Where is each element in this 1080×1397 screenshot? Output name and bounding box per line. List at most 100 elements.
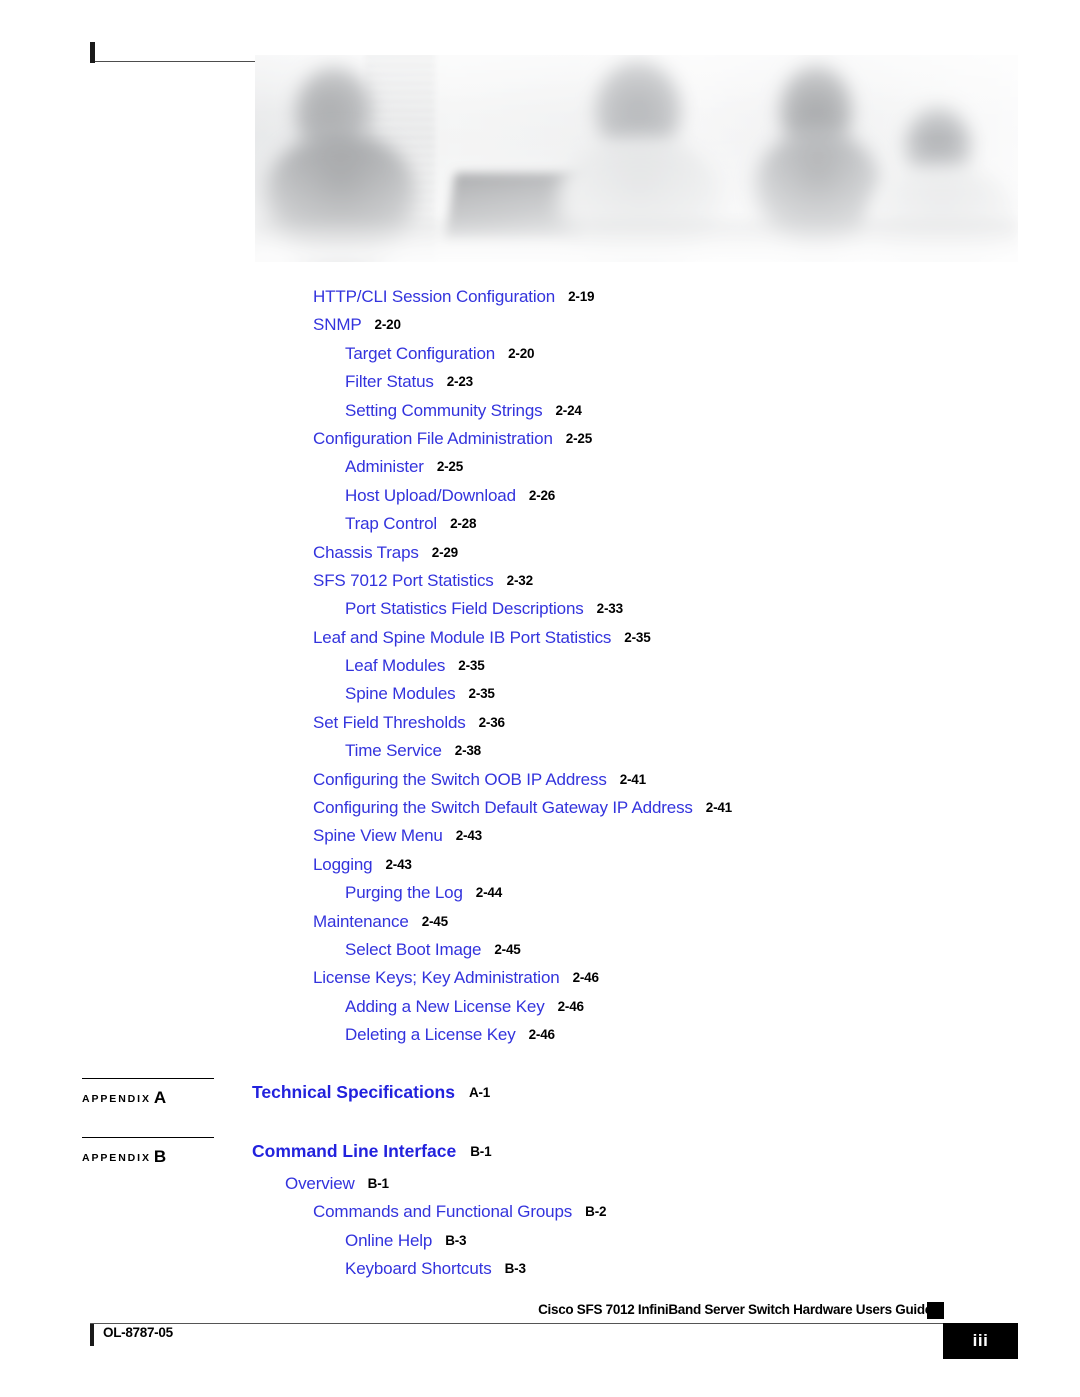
- appendix-b-subentries: Overview B-1 Commands and Functional Group…: [0, 1170, 1080, 1284]
- toc-entry-page: 2-46: [557, 998, 584, 1014]
- toc-entry-page: 2-45: [494, 941, 521, 957]
- toc-entry[interactable]: Select Boot Image 2-45: [0, 936, 1080, 964]
- toc-entry-page: 2-35: [624, 629, 651, 645]
- footer-horizontal-rule: [90, 1323, 986, 1325]
- toc-entry-page: 2-41: [705, 800, 732, 816]
- toc-entry-page: 2-43: [455, 828, 482, 844]
- toc-entry-page: 2-41: [619, 771, 646, 787]
- toc-entry-title[interactable]: Time Service: [345, 741, 442, 760]
- table-of-contents: HTTP/CLI Session Configuration 2-19 SNMP 2-…: [0, 283, 1080, 1050]
- toc-entry-title[interactable]: Select Boot Image: [345, 940, 482, 959]
- toc-entry-title[interactable]: SNMP: [313, 315, 362, 334]
- toc-entry-title[interactable]: Maintenance: [313, 912, 409, 931]
- appendix-b-subentry[interactable]: Online Help B-3: [0, 1227, 1080, 1255]
- toc-entry-page: 2-19: [568, 289, 595, 304]
- toc-entry-page: 2-24: [555, 402, 582, 418]
- appendix-b-subentry-page: B-3: [504, 1261, 526, 1277]
- toc-entry[interactable]: Deleting a License Key 2-46: [0, 1021, 1080, 1049]
- toc-entry[interactable]: Configuring the Switch Default Gateway I…: [0, 794, 1080, 822]
- toc-entry-title[interactable]: Configuring the Switch OOB IP Address: [313, 770, 607, 789]
- appendix-b-subentry-title[interactable]: Keyboard Shortcuts: [345, 1259, 492, 1278]
- toc-entry-page: 2-26: [528, 487, 556, 503]
- toc-entry-title[interactable]: Spine Modules: [345, 684, 456, 703]
- crop-mark-tick: [90, 42, 95, 63]
- appendix-b-subentry[interactable]: Overview B-1: [0, 1170, 1080, 1198]
- toc-entry-title[interactable]: Deleting a License Key: [345, 1025, 516, 1044]
- toc-entry-title[interactable]: Purging the Log: [345, 883, 463, 902]
- appendix-a-label: APPENDIX A: [82, 1087, 166, 1107]
- appendix-a-title[interactable]: Technical Specifications: [252, 1082, 455, 1102]
- toc-entry[interactable]: Chassis Traps 2-29: [0, 539, 1080, 567]
- toc-entry[interactable]: Leaf Modules 2-35: [0, 652, 1080, 680]
- toc-entry[interactable]: License Keys; Key Administration 2-46: [0, 964, 1080, 992]
- appendix-b-title-row[interactable]: Command Line Interface B-1: [252, 1141, 492, 1162]
- toc-entry-title[interactable]: Leaf and Spine Module IB Port Statistics: [313, 628, 611, 647]
- toc-entry-title[interactable]: Leaf Modules: [345, 656, 445, 675]
- toc-entry-page: 2-43: [385, 856, 412, 872]
- toc-entry-title[interactable]: Set Field Thresholds: [313, 713, 466, 732]
- toc-entry[interactable]: Logging 2-43: [0, 851, 1080, 879]
- toc-entry-title[interactable]: Setting Community Strings: [345, 401, 543, 420]
- toc-entry-title[interactable]: Trap Control: [345, 514, 437, 533]
- toc-entry-page: 2-25: [436, 459, 464, 475]
- appendix-b-subentry[interactable]: Keyboard Shortcuts B-3: [0, 1255, 1080, 1283]
- toc-entry-page: 2-32: [506, 572, 533, 588]
- toc-entry[interactable]: Target Configuration 2-20: [0, 340, 1080, 368]
- toc-entry[interactable]: Configuration File Administration 2-25: [0, 425, 1080, 453]
- toc-entry-page: 2-35: [468, 686, 495, 702]
- appendix-b-subentry-title[interactable]: Online Help: [345, 1231, 432, 1250]
- appendix-b-subentry-page: B-1: [367, 1176, 389, 1191]
- toc-entry[interactable]: Port Statistics Field Descriptions 2-33: [0, 595, 1080, 623]
- toc-entry-page: 2-44: [475, 885, 503, 901]
- toc-entry-title[interactable]: Port Statistics Field Descriptions: [345, 599, 584, 618]
- toc-entry[interactable]: Purging the Log 2-44: [0, 879, 1080, 907]
- toc-entry-title[interactable]: Adding a New License Key: [345, 997, 545, 1016]
- toc-entry[interactable]: Configuring the Switch OOB IP Address 2-4…: [0, 766, 1080, 794]
- toc-entry[interactable]: HTTP/CLI Session Configuration 2-19: [0, 283, 1080, 311]
- toc-entry-title[interactable]: License Keys; Key Administration: [313, 968, 560, 987]
- toc-entry[interactable]: Leaf and Spine Module IB Port Statistics…: [0, 624, 1080, 652]
- toc-entry-page: 2-23: [446, 374, 473, 390]
- toc-entry[interactable]: Host Upload/Download 2-26: [0, 482, 1080, 510]
- toc-entry-page: 2-20: [374, 317, 401, 333]
- toc-entry-title[interactable]: Target Configuration: [345, 344, 495, 363]
- footer-accent-square: [927, 1302, 944, 1319]
- toc-entry[interactable]: Trap Control 2-28: [0, 510, 1080, 538]
- toc-entry[interactable]: Maintenance 2-45: [0, 908, 1080, 936]
- footer-crop-mark-tick: [90, 1324, 94, 1346]
- toc-entry-page: 2-35: [458, 658, 485, 674]
- toc-entry[interactable]: SFS 7012 Port Statistics 2-32: [0, 567, 1080, 595]
- appendix-b-subentry-title[interactable]: Commands and Functional Groups: [313, 1202, 572, 1221]
- toc-entry-page: 2-29: [431, 544, 458, 560]
- toc-entry[interactable]: Set Field Thresholds 2-36: [0, 709, 1080, 737]
- header-horizontal-rule: [95, 61, 255, 62]
- toc-entry[interactable]: Administer 2-25: [0, 453, 1080, 481]
- appendix-b-subentry-page: B-2: [585, 1204, 607, 1220]
- toc-entry-title[interactable]: Filter Status: [345, 372, 434, 391]
- appendix-b-subentry-title[interactable]: Overview: [285, 1174, 355, 1193]
- appendix-a-title-row[interactable]: Technical Specifications A-1: [252, 1082, 490, 1103]
- toc-entry-title[interactable]: Logging: [313, 855, 373, 874]
- toc-entry-title[interactable]: Configuring the Switch Default Gateway I…: [313, 798, 693, 817]
- toc-entry[interactable]: Adding a New License Key 2-46: [0, 993, 1080, 1021]
- appendix-b-rule: [82, 1137, 214, 1139]
- appendix-b-title[interactable]: Command Line Interface: [252, 1141, 456, 1161]
- header-banner-photo: [255, 55, 1018, 262]
- appendix-a-page: A-1: [468, 1085, 491, 1100]
- appendix-b-subentry[interactable]: Commands and Functional Groups B-2: [0, 1198, 1080, 1226]
- toc-entry[interactable]: Spine View Menu 2-43: [0, 822, 1080, 850]
- toc-entry-title[interactable]: Spine View Menu: [313, 826, 443, 845]
- toc-entry-title[interactable]: HTTP/CLI Session Configuration: [313, 287, 555, 306]
- toc-entry-title[interactable]: Chassis Traps: [313, 543, 419, 562]
- toc-entry[interactable]: Setting Community Strings 2-24: [0, 397, 1080, 425]
- footer-document-number: OL-8787-05: [103, 1325, 173, 1340]
- toc-entry[interactable]: Filter Status 2-23: [0, 368, 1080, 396]
- toc-entry-title[interactable]: SFS 7012 Port Statistics: [313, 571, 494, 590]
- toc-entry[interactable]: Spine Modules 2-35: [0, 680, 1080, 708]
- toc-entry-page: 2-28: [450, 516, 477, 532]
- toc-entry[interactable]: SNMP 2-20: [0, 311, 1080, 339]
- toc-entry[interactable]: Time Service 2-38: [0, 737, 1080, 765]
- toc-entry-title[interactable]: Administer: [345, 457, 424, 476]
- toc-entry-title[interactable]: Host Upload/Download: [345, 486, 516, 505]
- toc-entry-title[interactable]: Configuration File Administration: [313, 429, 553, 448]
